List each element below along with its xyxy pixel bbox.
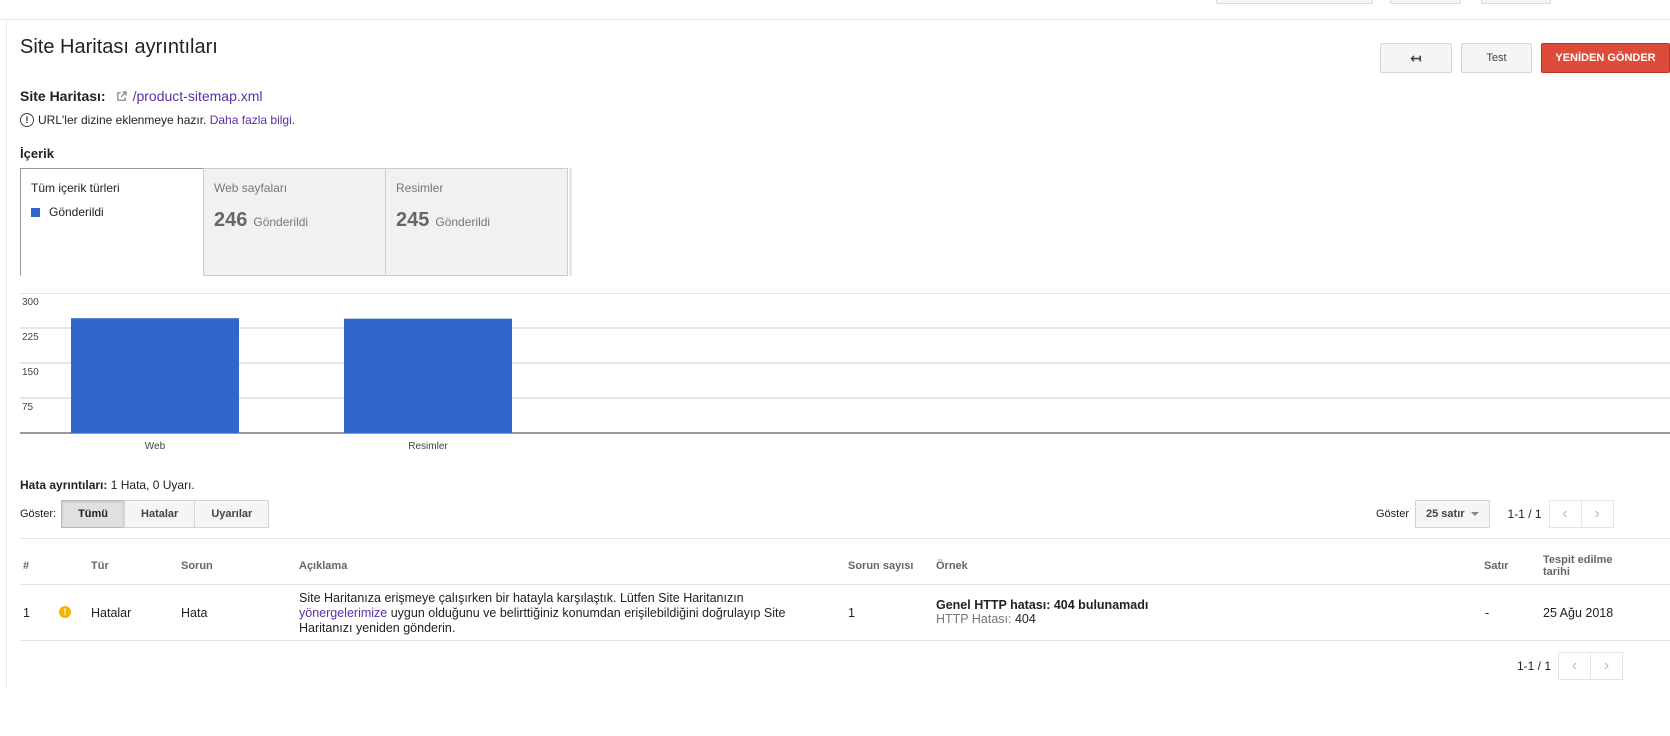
- error-summary: Hata ayrıntıları: 1 Hata, 0 Uyarı.: [20, 478, 195, 492]
- filter-all-button[interactable]: Tümü: [61, 500, 126, 528]
- row-line: -: [1485, 606, 1490, 620]
- bar-web: [71, 318, 239, 433]
- filter-segmented-control: Tümü Hatalar Uyarılar: [61, 500, 270, 528]
- error-summary-label: Hata ayrıntıları:: [20, 478, 108, 492]
- col-header-line[interactable]: Satır: [1484, 560, 1508, 572]
- guidelines-link[interactable]: yönergelerimize: [299, 606, 387, 620]
- table-bottom-divider: [20, 640, 1670, 641]
- left-divider: [6, 20, 7, 688]
- top-divider: [0, 19, 1670, 20]
- col-header-example: Örnek: [936, 560, 968, 572]
- page-range: 1-1 / 1: [1507, 507, 1542, 521]
- next-page-button[interactable]: ›: [1580, 500, 1614, 528]
- top-toolbar-button-stub[interactable]: [1390, 0, 1461, 4]
- sitemap-url-link[interactable]: /product-sitemap.xml: [133, 88, 263, 104]
- tabs-edge: [569, 168, 572, 276]
- clock-icon: !: [20, 113, 34, 127]
- external-link-icon[interactable]: [116, 90, 127, 102]
- filter-warnings-button[interactable]: Uyarılar: [194, 500, 270, 528]
- example-sub-label: HTTP Hatası:: [936, 612, 1012, 626]
- tab-count-suffix: Gönderildi: [435, 215, 491, 229]
- error-summary-value: 1 Hata, 0 Uyarı.: [110, 478, 195, 492]
- tab-count-value: 245: [396, 209, 430, 231]
- page-range: 1-1 / 1: [1517, 659, 1552, 673]
- y-tick-label: 75: [22, 402, 34, 413]
- table-top-divider: [20, 538, 1670, 539]
- resubmit-button[interactable]: YENİDEN GÖNDER: [1541, 43, 1670, 73]
- row-index: 1: [23, 606, 30, 620]
- content-section-title: İçerik: [20, 146, 54, 161]
- status-text: URL'ler dizine eklenmeye hazır.: [38, 113, 207, 127]
- chevron-right-icon: ›: [1594, 505, 1600, 522]
- x-tick-label: Web: [145, 441, 166, 452]
- table-header-divider: [20, 584, 1670, 585]
- rows-per-page-select[interactable]: 25 satır: [1415, 500, 1490, 528]
- table-pager-top: Göster 25 satır 1-1 / 1 ‹ ›: [1376, 500, 1614, 528]
- prev-page-button[interactable]: ‹: [1558, 652, 1592, 680]
- row-type: Hatalar: [91, 606, 132, 620]
- col-header-detected-date[interactable]: Tespit edilme tarihi: [1543, 554, 1623, 578]
- x-tick-label: Resimler: [408, 441, 448, 452]
- tab-web-pages[interactable]: Web sayfaları 246 Gönderildi: [203, 168, 386, 276]
- example-subtitle: HTTP Hatası: 404: [936, 612, 1148, 626]
- tab-count: 245 Gönderildi: [396, 209, 557, 232]
- example-title: Genel HTTP hatası: 404 bulunamadı: [936, 598, 1149, 612]
- row-example: Genel HTTP hatası: 404 bulunamadı HTTP H…: [936, 598, 1148, 626]
- content-type-tabs: Tüm içerik türleri Gönderildi Web sayfal…: [20, 168, 568, 276]
- rows-label: Göster: [1376, 508, 1410, 520]
- warning-icon: !: [59, 606, 71, 618]
- more-info-link[interactable]: Daha fazla bilgi.: [210, 113, 295, 127]
- submitted-bar-chart: 75 150 225 300 Web Resimler: [20, 293, 1670, 452]
- tab-count: 246 Gönderildi: [214, 209, 375, 232]
- tab-count-value: 246: [214, 209, 248, 231]
- top-toolbar-button-stub[interactable]: [1481, 0, 1551, 4]
- chart-legend: Gönderildi: [31, 205, 193, 219]
- prev-page-button[interactable]: ‹: [1548, 500, 1582, 528]
- chevron-left-icon: ‹: [1562, 505, 1568, 522]
- top-toolbar-button-stub[interactable]: [1216, 0, 1373, 4]
- example-sub-value: 404: [1014, 612, 1036, 626]
- legend-swatch: [31, 207, 40, 217]
- error-filter: Göster: Tümü Hatalar Uyarılar: [20, 500, 270, 528]
- test-button[interactable]: Test: [1461, 43, 1532, 73]
- row-issue-count: 1: [848, 606, 855, 620]
- chevron-right-icon: ›: [1603, 657, 1610, 674]
- y-tick-label: 150: [22, 367, 39, 378]
- next-page-button[interactable]: ›: [1590, 652, 1624, 680]
- filter-label: Göster:: [20, 508, 57, 520]
- tab-label: Tüm içerik türleri: [31, 181, 120, 195]
- sitemap-row: Site Haritası: /product-sitemap.xml: [20, 88, 263, 104]
- tab-count-suffix: Gönderildi: [253, 215, 309, 229]
- tab-images[interactable]: Resimler 245 Gönderildi: [385, 168, 568, 276]
- table-pager-bottom: 1-1 / 1 ‹ ›: [1517, 652, 1624, 680]
- col-header-issue-count[interactable]: Sorun sayısı: [848, 560, 913, 572]
- row-description: Site Haritanıza erişmeye çalışırken bir …: [299, 591, 819, 636]
- bar-resimler: [344, 318, 512, 433]
- filter-errors-button[interactable]: Hatalar: [124, 500, 196, 528]
- y-tick-label: 300: [22, 297, 39, 308]
- tab-all-content[interactable]: Tüm içerik türleri Gönderildi: [20, 168, 204, 276]
- chevron-down-icon: [1470, 512, 1479, 516]
- rows-per-page-value: 25 satır: [1426, 508, 1465, 520]
- description-text: Site Haritanıza erişmeye çalışırken bir …: [299, 591, 744, 605]
- sitemap-status: ! URL'ler dizine eklenmeye hazır. Daha f…: [20, 113, 295, 127]
- y-tick-label: 225: [22, 332, 39, 343]
- tab-label: Resimler: [396, 181, 444, 195]
- tab-label: Web sayfaları: [214, 181, 288, 195]
- legend-label: Gönderildi: [49, 205, 104, 219]
- back-button[interactable]: ↤: [1380, 43, 1452, 73]
- row-detected-date: 25 Ağu 2018: [1543, 606, 1614, 620]
- chevron-left-icon: ‹: [1571, 657, 1578, 674]
- col-header-index: #: [23, 560, 30, 572]
- sitemap-label: Site Haritası:: [20, 88, 106, 104]
- col-header-description: Açıklama: [299, 560, 348, 572]
- col-header-type[interactable]: Tür: [91, 560, 109, 572]
- col-header-issue[interactable]: Sorun: [181, 560, 213, 572]
- row-issue: Hata: [181, 606, 208, 620]
- page-title: Site Haritası ayrıntıları: [20, 36, 218, 58]
